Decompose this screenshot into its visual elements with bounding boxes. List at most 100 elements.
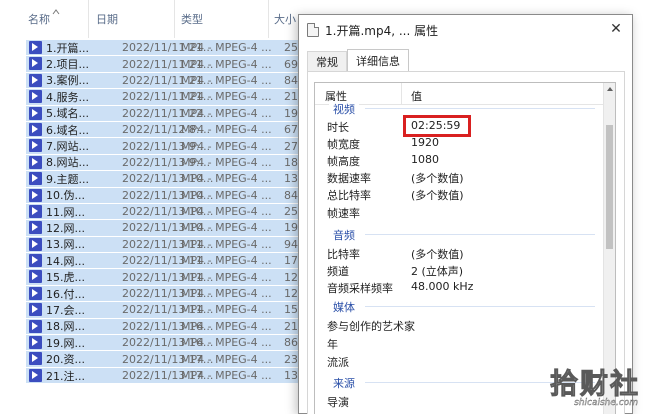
file-row[interactable]: 1.开篇... 2022/11/11 21... MP4 - MPEG-4 ... 2…	[26, 40, 316, 57]
tab-label: 详细信息	[356, 54, 400, 68]
property-row-total-bitrate[interactable]: 总比特率 (多个数值)	[315, 186, 605, 203]
section-label: 来源	[329, 375, 359, 391]
column-header-type[interactable]: 类型	[181, 0, 203, 38]
watermark-text: 拾财社	[549, 367, 640, 401]
tab-details[interactable]: 详细信息	[347, 49, 409, 71]
file-type: MP4 - MPEG-4 ...	[181, 319, 272, 333]
property-row-sample-rate[interactable]: 音频采样频率 48.000 kHz	[315, 279, 605, 296]
property-key: 总比特率	[327, 189, 371, 202]
column-date-label: 日期	[96, 13, 118, 26]
section-audio: 音频	[315, 227, 605, 243]
file-type: MP4 - MPEG-4 ...	[181, 106, 272, 120]
scroll-up-arrow-icon[interactable]	[607, 87, 613, 91]
file-row[interactable]: 8.网站... 2022/11/13 9:... MP4 - MPEG-4 ... 1…	[26, 154, 316, 172]
mp4-file-icon	[29, 368, 42, 382]
property-row-audio-bitrate[interactable]: 比特率 (多个数值)	[315, 245, 605, 262]
file-row[interactable]: 20.资... 2022/11/13 17... MP4 - MPEG-4 ... 2…	[26, 351, 316, 368]
property-row-artist[interactable]: 参与创作的艺术家	[315, 317, 605, 334]
dialog-titlebar[interactable]: 1.开篇.mp4, ... 属性 ✕	[299, 15, 632, 45]
file-name: 11.网...	[46, 205, 85, 219]
mp4-file-icon	[29, 172, 42, 186]
mp4-file-icon	[29, 270, 42, 284]
section-label: 视频	[329, 101, 359, 117]
column-separator[interactable]	[174, 0, 175, 38]
file-type: MP4 - MPEG-4 ...	[181, 369, 272, 382]
property-row-channels[interactable]: 频道 2 (立体声)	[315, 262, 605, 279]
column-header-size[interactable]: 大小	[274, 0, 296, 38]
file-row[interactable]: 17.会... 2022/11/13 11... MP4 - MPEG-4 ... 1…	[26, 302, 316, 319]
mp4-file-icon	[29, 106, 42, 120]
file-type: MP4 - MPEG-4 ...	[181, 188, 272, 202]
file-name: 5.域名...	[46, 107, 89, 121]
property-value: 1080	[411, 153, 439, 166]
file-row[interactable]: 10.伪... 2022/11/13 10... MP4 - MPEG-4 ... 8…	[26, 187, 316, 204]
column-separator[interactable]	[268, 0, 269, 38]
close-button[interactable]: ✕	[602, 17, 630, 41]
file-row[interactable]: 16.付... 2022/11/13 11... MP4 - MPEG-4 ... 1…	[26, 285, 316, 303]
mp4-file-icon	[29, 336, 42, 350]
file-size: 84	[284, 73, 298, 87]
file-row[interactable]: 15.虎... 2022/11/13 11... MP4 - MPEG-4 ... 1…	[26, 269, 316, 286]
property-row-data-rate[interactable]: 数据速率 (多个数值)	[315, 169, 605, 186]
file-row[interactable]: 7.网站... 2022/11/13 9:... MP4 - MPEG-4 ... 2…	[26, 138, 316, 155]
property-row-duration[interactable]: 时长 02:25:59	[315, 118, 605, 135]
file-type: MP4 - MPEG-4 ...	[181, 254, 272, 268]
file-row[interactable]: 3.案例... 2022/11/11 21... MP4 - MPEG-4 ... 8…	[26, 72, 316, 90]
file-name: 2.项目...	[46, 58, 89, 72]
property-value: 2 (立体声)	[411, 265, 464, 278]
file-row[interactable]: 2.项目... 2022/11/11 21... MP4 - MPEG-4 ... 6…	[26, 56, 316, 73]
section-media: 媒体	[315, 299, 605, 315]
sort-ascending-icon	[52, 9, 60, 15]
file-type: MP4 - MPEG-4 ...	[181, 57, 272, 71]
file-name: 3.案例...	[46, 74, 89, 88]
property-row-height[interactable]: 帧高度 1080	[315, 152, 605, 169]
property-key: 流派	[327, 356, 349, 369]
properties-dialog: 1.开篇.mp4, ... 属性 ✕ 常规 详细信息 属性 值 视频 时长 02:…	[298, 14, 633, 414]
file-name: 10.伪...	[46, 189, 85, 203]
file-row[interactable]: 4.服务... 2022/11/11 21... MP4 - MPEG-4 ... 2…	[26, 89, 316, 106]
file-type: MP4 - MPEG-4 ...	[181, 41, 272, 55]
file-type: MP4 - MPEG-4 ...	[181, 352, 272, 366]
file-row[interactable]: 19.网... 2022/11/13 16... MP4 - MPEG-4 ... 8…	[26, 335, 316, 352]
mp4-file-icon	[29, 188, 42, 202]
file-row[interactable]: 5.域名... 2022/11/11 22... MP4 - MPEG-4 ... 1…	[26, 105, 316, 122]
tab-label: 常规	[316, 55, 338, 69]
mp4-file-icon	[29, 303, 42, 317]
file-row[interactable]: 12.网... 2022/11/13 10... MP4 - MPEG-4 ... 1…	[26, 220, 316, 237]
file-row[interactable]: 11.网... 2022/11/13 10... MP4 - MPEG-4 ... 2…	[26, 203, 316, 221]
column-header-name[interactable]: 名称	[28, 0, 50, 38]
file-name: 20.资...	[46, 353, 85, 367]
document-icon	[307, 23, 319, 37]
file-row[interactable]: 21.注... 2022/11/13 17... MP4 - MPEG-4 ... 1…	[26, 367, 316, 385]
file-row[interactable]: 6.域名... 2022/11/12 8:... MP4 - MPEG-4 ... 6…	[26, 121, 316, 139]
property-row-width[interactable]: 帧宽度 1920	[315, 135, 605, 152]
mp4-file-icon	[29, 352, 42, 366]
property-key: 频道	[327, 265, 349, 278]
scrollbar-thumb[interactable]	[606, 125, 613, 249]
file-size: 86	[284, 336, 298, 350]
file-list: 1.开篇... 2022/11/11 21... MP4 - MPEG-4 ... 2…	[26, 40, 316, 385]
property-value: 1920	[411, 136, 439, 149]
section-video: 视频	[315, 101, 605, 117]
section-label: 音频	[329, 227, 359, 243]
tab-general[interactable]: 常规	[307, 51, 347, 71]
property-key: 帧高度	[327, 155, 360, 168]
file-row[interactable]: 9.主题... 2022/11/13 10... MP4 - MPEG-4 ... 1…	[26, 171, 316, 188]
property-row-frame-rate[interactable]: 帧速率	[315, 204, 605, 221]
file-row[interactable]: 14.网... 2022/11/13 11... MP4 - MPEG-4 ... 1…	[26, 253, 316, 270]
file-name: 13.网...	[46, 238, 85, 252]
file-type: MP4 - MPEG-4 ...	[181, 172, 272, 186]
file-name: 15.虎...	[46, 271, 85, 285]
property-row-year[interactable]: 年	[315, 335, 605, 352]
mp4-file-icon	[29, 57, 42, 71]
file-row[interactable]: 18.网... 2022/11/13 16... MP4 - MPEG-4 ... 2…	[26, 318, 316, 336]
column-header-date[interactable]: 日期	[96, 0, 118, 38]
file-name: 16.付...	[46, 287, 85, 301]
file-row[interactable]: 13.网... 2022/11/13 11... MP4 - MPEG-4 ... 9…	[26, 236, 316, 254]
file-name: 17.会...	[46, 303, 85, 317]
column-size-label: 大小	[274, 13, 296, 26]
column-separator[interactable]	[88, 0, 89, 38]
section-label: 媒体	[329, 299, 359, 315]
file-name: 9.主题...	[46, 172, 89, 186]
mp4-file-icon	[29, 286, 42, 300]
